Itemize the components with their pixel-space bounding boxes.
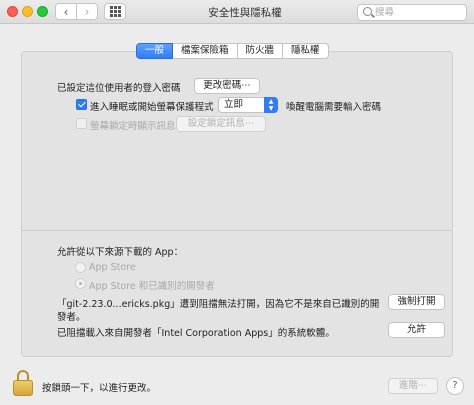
chevron-right-icon: › [84,4,90,19]
advanced-button[interactable]: 進階⋯ [388,378,438,394]
require-password-checkbox[interactable] [76,99,87,110]
section-divider [22,230,452,231]
minimize-window-button[interactable] [22,6,33,17]
require-password-delay-value: 立即 [224,99,244,110]
search-input[interactable] [375,6,463,19]
show-all-button[interactable] [104,3,126,20]
password-set-label: 已設定這位使用者的登入密碼 [57,83,181,94]
window-title: 安全性與隱私權 [208,7,282,19]
help-button[interactable]: ? [446,377,464,395]
tab-general[interactable]: 一般 [136,43,174,59]
require-password-delay-select[interactable]: 立即 ▲ ▼ [218,97,278,113]
zoom-window-button[interactable] [37,6,48,17]
back-button[interactable]: ‹ [55,3,77,20]
tab-firewall[interactable]: 防火牆 [237,43,284,59]
radio-app-store-identified[interactable] [75,278,86,289]
select-arrows-icon: ▲ ▼ [264,97,278,113]
grid-icon [109,6,113,9]
blocked-app-message-cont: 發者。 [57,312,86,323]
general-panel: 已設定這位使用者的登入密碼 更改密碼⋯ 進入睡眠或開始螢幕保護程式 立即 ▲ ▼ … [21,51,453,357]
require-password-suffix: 喚醒電腦需要輸入密碼 [286,102,382,113]
tab-filevault[interactable]: 檔案保險箱 [173,43,238,59]
search-icon [363,7,372,16]
close-window-button[interactable] [7,6,18,17]
radio-app-store[interactable] [75,262,86,273]
chevron-left-icon: ‹ [63,4,69,19]
title-bar: ‹ › 安全性與隱私權 [0,0,474,24]
radio-app-store-label: App Store [89,262,136,273]
show-message-checkbox[interactable] [76,118,87,129]
set-lock-message-button[interactable]: 設定鎖定訊息⋯ [176,116,266,132]
blocked-developer-message: 已阻擋載入來自開發者「Intel Corporation Apps」的系統軟體。 [57,328,335,339]
lock-label: 按鎖頭一下，以進行更改。 [42,383,157,394]
forward-button[interactable]: › [76,3,98,20]
radio-app-store-identified-label: App Store 和已識別的開發者 [89,281,215,292]
allow-button[interactable]: 允許 [388,322,445,338]
open-anyway-button[interactable]: 強制打開 [388,294,445,310]
tab-privacy[interactable]: 隱私權 [283,43,329,59]
search-field[interactable] [357,4,467,21]
blocked-app-message: 「git-2.23.0...ericks.pkg」遭到阻擋無法打開，因為它不是來… [57,299,380,310]
lock-icon[interactable] [13,370,33,398]
tab-bar: 一般 檔案保險箱 防火牆 隱私權 [136,43,329,59]
downloads-heading: 允許從以下來源下載的 App： [57,247,184,258]
change-password-button[interactable]: 更改密碼⋯ [194,78,260,94]
show-message-label: 螢幕鎖定時顯示訊息 [90,121,176,132]
require-password-label: 進入睡眠或開始螢幕保護程式 [90,102,214,113]
